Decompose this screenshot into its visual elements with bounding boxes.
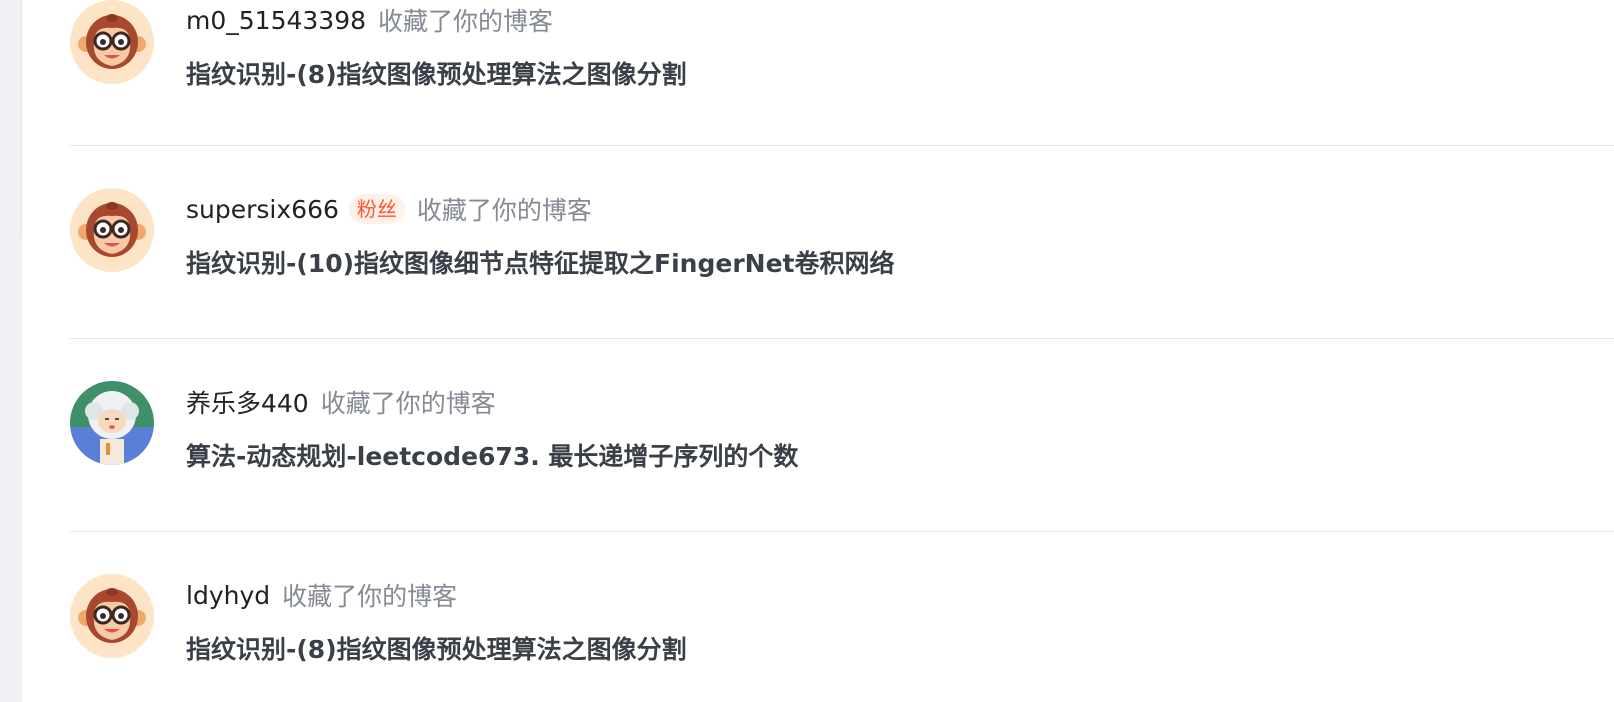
monkey-icon	[70, 0, 154, 84]
username-link[interactable]: m0_51543398	[186, 6, 366, 35]
sheep-icon	[70, 381, 154, 465]
list-item: supersix666 粉丝 收藏了你的博客 指纹识别-(10)指纹图像细节点特…	[70, 146, 1614, 339]
notification-meta: supersix666 粉丝 收藏了你的博客	[186, 191, 592, 227]
list-item: m0_51543398 收藏了你的博客 指纹识别-(8)指纹图像预处理算法之图像…	[70, 0, 1614, 146]
action-text: 收藏了你的博客	[320, 389, 496, 418]
left-rail	[0, 0, 22, 702]
list-item: ldyhyd 收藏了你的博客 指纹识别-(8)指纹图像预处理算法之图像分割	[70, 532, 1614, 702]
monkey-icon	[70, 188, 154, 272]
blog-title-link[interactable]: 算法-动态规划-leetcode673. 最长递增子序列的个数	[186, 437, 798, 473]
username-link[interactable]: supersix666	[186, 195, 339, 224]
action-text: 收藏了你的博客	[378, 7, 554, 36]
blog-title-link[interactable]: 指纹识别-(8)指纹图像预处理算法之图像分割	[186, 55, 687, 91]
monkey-icon	[70, 574, 154, 658]
username-link[interactable]: ldyhyd	[186, 581, 270, 610]
list-item: 养乐多440 收藏了你的博客 算法-动态规划-leetcode673. 最长递增…	[70, 339, 1614, 532]
collect-notification-list: m0_51543398 收藏了你的博客 指纹识别-(8)指纹图像预处理算法之图像…	[70, 0, 1614, 702]
action-text: 收藏了你的博客	[282, 582, 458, 611]
notification-meta: m0_51543398 收藏了你的博客	[186, 2, 553, 38]
monkey-avatar[interactable]	[70, 0, 154, 84]
notification-meta: ldyhyd 收藏了你的博客	[186, 577, 457, 613]
action-text: 收藏了你的博客	[416, 196, 592, 225]
fan-badge: 粉丝	[348, 194, 405, 224]
monkey-avatar[interactable]	[70, 188, 154, 272]
sheep-avatar[interactable]	[70, 381, 154, 465]
rail-divider	[21, 0, 22, 238]
notifications-page: m0_51543398 收藏了你的博客 指纹识别-(8)指纹图像预处理算法之图像…	[0, 0, 1614, 702]
monkey-avatar[interactable]	[70, 574, 154, 658]
notification-meta: 养乐多440 收藏了你的博客	[186, 384, 496, 420]
username-link[interactable]: 养乐多440	[186, 384, 309, 420]
blog-title-link[interactable]: 指纹识别-(8)指纹图像预处理算法之图像分割	[186, 630, 687, 666]
blog-title-link[interactable]: 指纹识别-(10)指纹图像细节点特征提取之FingerNet卷积网络	[186, 244, 894, 280]
